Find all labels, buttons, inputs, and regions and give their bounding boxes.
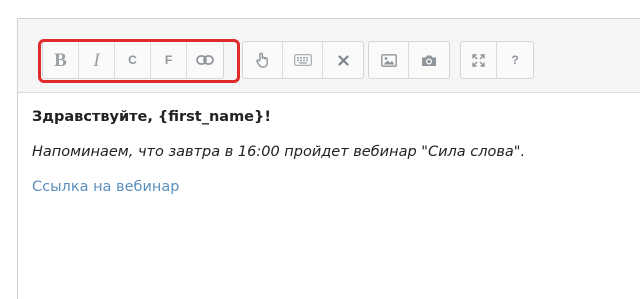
link-icon	[196, 55, 214, 65]
close-icon	[337, 54, 349, 66]
insert-button-group	[242, 41, 364, 79]
image-button[interactable]	[369, 42, 409, 78]
remove-button[interactable]	[323, 42, 363, 78]
camera-icon	[421, 54, 437, 67]
greeting-text: Здравствуйте, {first_name}!	[32, 109, 271, 125]
format-button-group: B I C F	[42, 41, 224, 79]
italic-button[interactable]: I	[79, 42, 115, 78]
letter-f-icon: F	[164, 53, 173, 67]
italic-icon: I	[93, 49, 100, 71]
expand-icon	[472, 53, 485, 67]
hand-pointer-button[interactable]	[243, 42, 283, 78]
image-icon	[380, 53, 397, 67]
editor-toolbar: B I C F ?	[18, 19, 640, 93]
keyboard-icon	[293, 54, 312, 66]
f-button[interactable]: F	[151, 42, 187, 78]
letter-c-icon: C	[128, 53, 137, 67]
webinar-link[interactable]: Ссылка на вебинар	[32, 179, 640, 195]
hand-pointer-icon	[255, 52, 270, 68]
email-editor: B I C F ? Здравствуйте, {first_name}! На…	[17, 18, 640, 299]
view-button-group: ?	[460, 41, 534, 79]
bold-button[interactable]: B	[43, 42, 79, 78]
camera-button[interactable]	[409, 42, 449, 78]
bold-icon: B	[54, 49, 67, 71]
link-button[interactable]	[187, 42, 223, 78]
c-button[interactable]: C	[115, 42, 151, 78]
help-button[interactable]: ?	[497, 42, 533, 78]
editor-content[interactable]: Здравствуйте, {first_name}! Напоминаем, …	[32, 109, 640, 195]
keyboard-button[interactable]	[283, 42, 323, 78]
media-button-group	[368, 41, 450, 79]
help-icon: ?	[511, 53, 519, 67]
fullscreen-button[interactable]	[461, 42, 497, 78]
reminder-text: Напоминаем, что завтра в 16:00 пройдет в…	[32, 144, 526, 160]
